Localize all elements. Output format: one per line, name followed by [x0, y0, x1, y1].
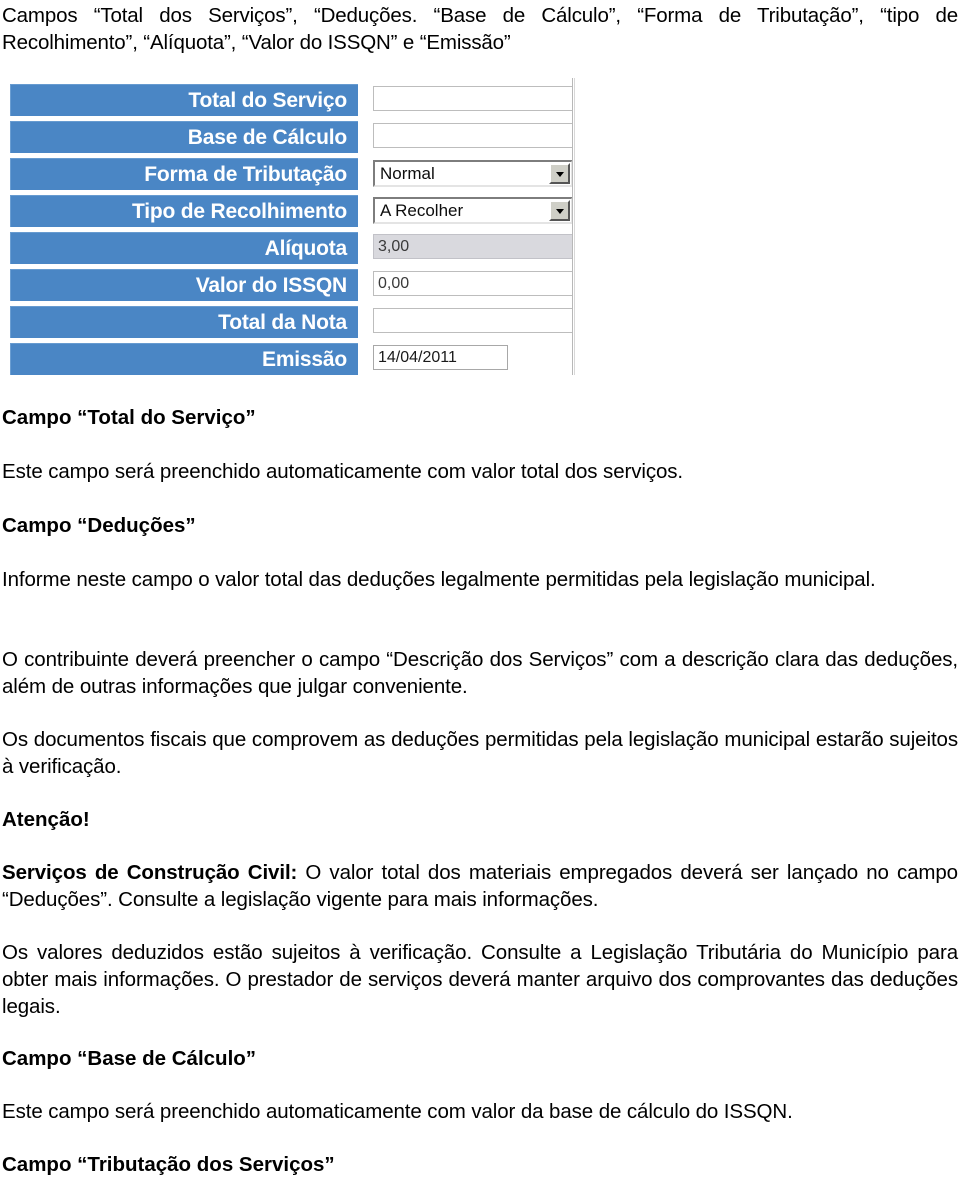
form-row: Base de Cálculo	[10, 121, 573, 153]
field-control-forma-de-tributacao[interactable]: Normal	[373, 160, 573, 187]
heading-atencao: Atenção!	[2, 808, 90, 831]
embedded-form-screenshot: Total do Serviço Base de Cálculo Forma d…	[0, 78, 580, 378]
field-control-total-da-nota[interactable]	[373, 308, 573, 333]
field-label-tipo-de-recolhimento: Tipo de Recolhimento	[10, 195, 358, 227]
paragraph-construcao-civil: Serviços de Construção Civil: O valor to…	[2, 859, 958, 913]
aliquota-input: 3,00	[373, 234, 573, 259]
field-control-base-de-calculo[interactable]	[373, 123, 573, 148]
heading-campo-tributacao-dos-servicos: Campo “Tributação dos Serviços”	[2, 1153, 335, 1176]
emissao-date-input[interactable]: 14/04/2011	[373, 345, 508, 370]
paragraph-construcao-civil-lead: Serviços de Construção Civil:	[2, 861, 298, 884]
field-label-total-da-nota: Total da Nota	[10, 306, 358, 338]
field-control-valor-do-issqn[interactable]: 0,00	[373, 271, 573, 296]
paragraph-documentos-fiscais: Os documentos fiscais que comprovem as d…	[2, 728, 958, 778]
panel-divider	[572, 78, 575, 375]
form-row: Forma de Tributação Normal	[10, 158, 573, 190]
document-page: Campos “Total dos Serviços”, “Deduções. …	[0, 0, 960, 1179]
form-rows-container: Total do Serviço Base de Cálculo Forma d…	[0, 78, 580, 378]
valor-do-issqn-input[interactable]: 0,00	[373, 271, 573, 296]
tipo-de-recolhimento-select[interactable]: A Recolher	[373, 197, 573, 224]
intro-paragraph: Campos “Total dos Serviços”, “Deduções. …	[2, 4, 958, 54]
tipo-de-recolhimento-selected-value: A Recolher	[380, 201, 464, 220]
field-label-valor-do-issqn: Valor do ISSQN	[10, 269, 358, 301]
field-control-tipo-de-recolhimento[interactable]: A Recolher	[373, 197, 573, 224]
form-row: Tipo de Recolhimento A Recolher	[10, 195, 573, 227]
heading-campo-total-do-servico: Campo “Total do Serviço”	[2, 406, 256, 429]
total-do-servico-input[interactable]	[373, 86, 573, 111]
total-da-nota-input[interactable]	[373, 308, 573, 333]
chevron-down-icon[interactable]	[549, 200, 570, 221]
field-label-forma-de-tributacao: Forma de Tributação	[10, 158, 358, 190]
base-de-calculo-input[interactable]	[373, 123, 573, 148]
paragraph-deducoes: Informe neste campo o valor total das de…	[2, 568, 876, 591]
form-row: Valor do ISSQN 0,00	[10, 269, 573, 301]
heading-campo-deducoes: Campo “Deduções”	[2, 514, 196, 537]
field-label-aliquota: Alíquota	[10, 232, 358, 264]
paragraph-total-do-servico: Este campo será preenchido automaticamen…	[2, 460, 684, 483]
field-control-aliquota: 3,00	[373, 234, 573, 259]
field-control-emissao[interactable]: 14/04/2011	[373, 345, 508, 370]
chevron-down-icon[interactable]	[549, 163, 570, 184]
form-row: Total da Nota	[10, 306, 573, 338]
field-label-total-do-servico: Total do Serviço	[10, 84, 358, 116]
heading-campo-base-de-calculo: Campo “Base de Cálculo”	[2, 1047, 257, 1070]
form-row: Emissão 14/04/2011	[10, 343, 572, 375]
form-row: Total do Serviço	[10, 84, 573, 116]
field-label-base-de-calculo: Base de Cálculo	[10, 121, 358, 153]
forma-de-tributacao-selected-value: Normal	[380, 164, 435, 183]
paragraph-contribuinte: O contribuinte deverá preencher o campo …	[2, 648, 958, 698]
paragraph-base-de-calculo: Este campo será preenchido automaticamen…	[2, 1100, 793, 1123]
paragraph-valores-deduzidos: Os valores deduzidos estão sujeitos à ve…	[2, 941, 958, 1018]
forma-de-tributacao-select[interactable]: Normal	[373, 160, 573, 187]
field-label-emissao: Emissão	[10, 343, 358, 375]
field-control-total-do-servico[interactable]	[373, 86, 573, 111]
form-row: Alíquota 3,00	[10, 232, 573, 264]
